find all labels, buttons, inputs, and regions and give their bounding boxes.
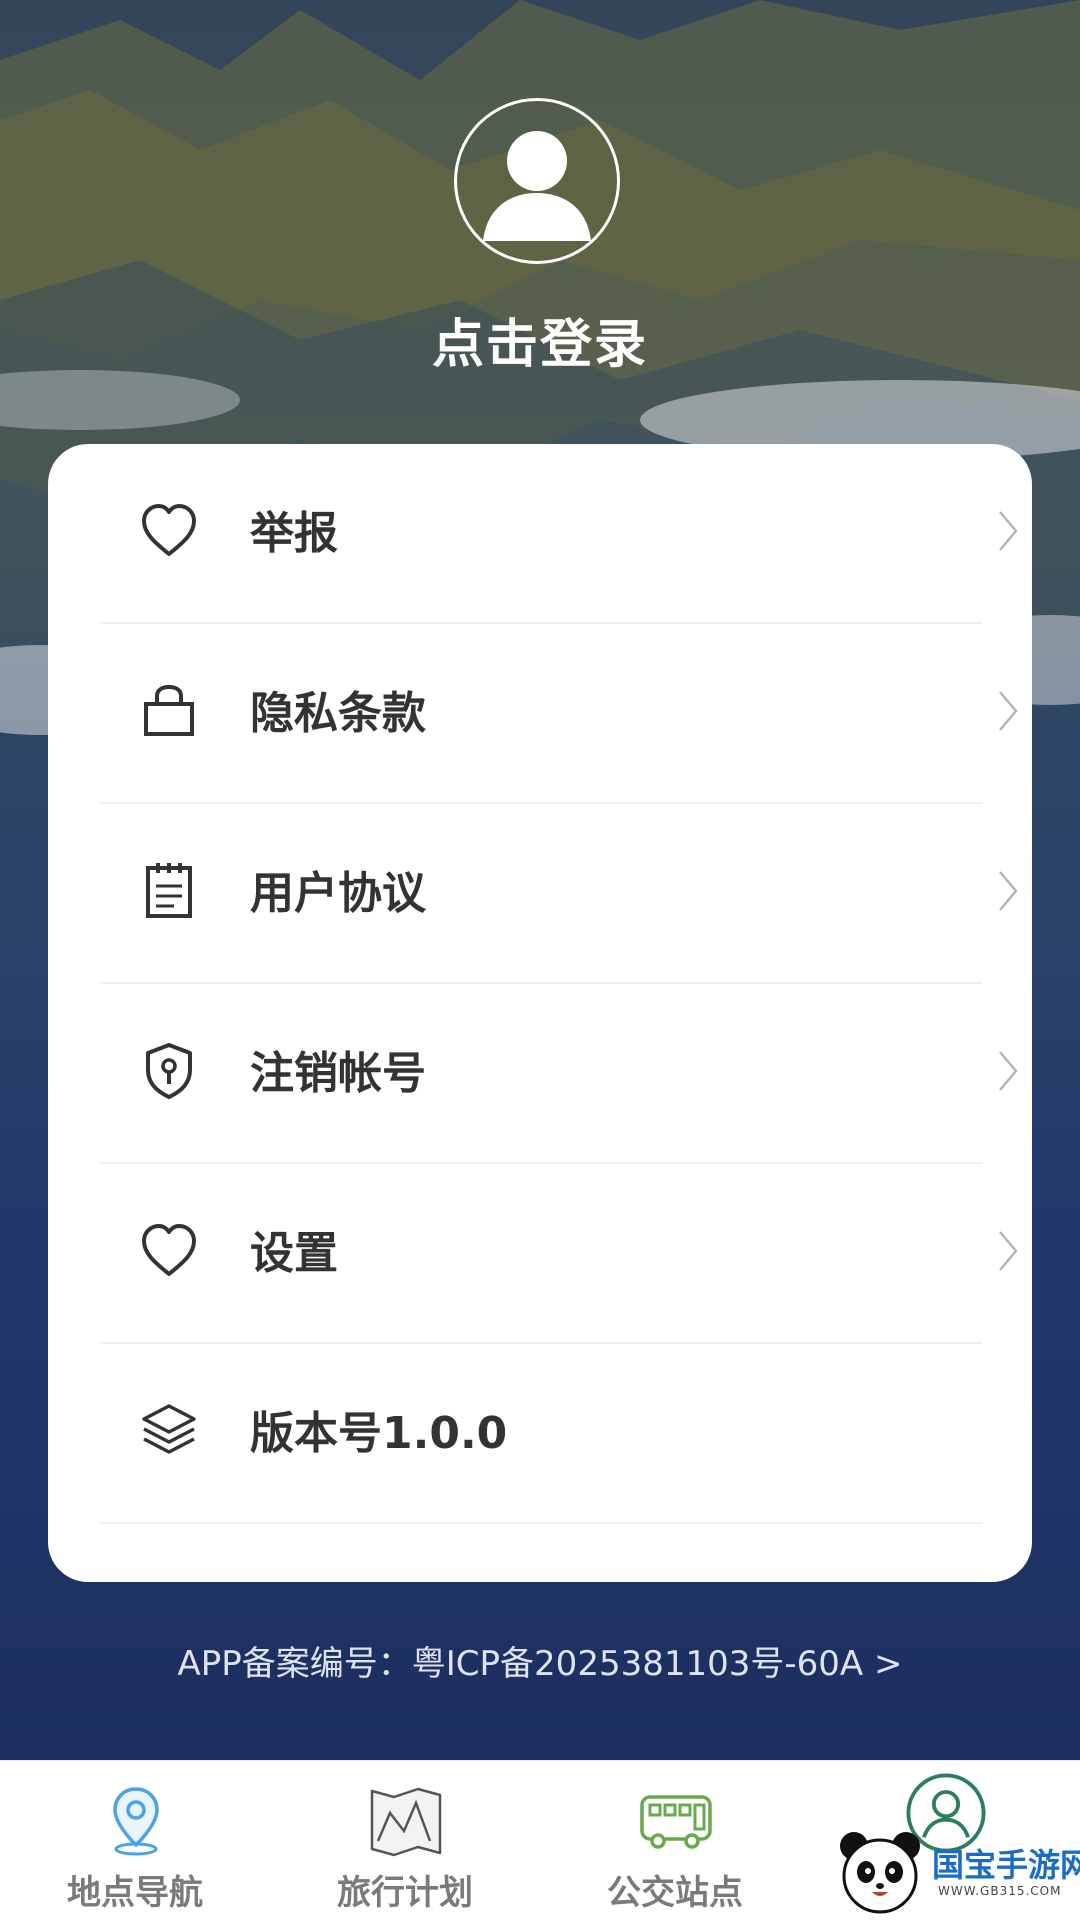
- menu-item-label: 设置: [250, 1228, 338, 1279]
- chevron-right-icon: [999, 1231, 1018, 1271]
- user-silhouette-icon: [483, 131, 591, 241]
- tab-travel-plan[interactable]: 旅行计划: [270, 1761, 540, 1921]
- heart-icon: [142, 504, 196, 556]
- bus-icon: [640, 1795, 712, 1849]
- divider: [100, 1522, 982, 1524]
- tab-location-navigation[interactable]: 地点导航: [0, 1761, 270, 1921]
- menu-item-version: 版本号1.0.0: [100, 1344, 1030, 1524]
- login-link[interactable]: 点击登录: [0, 302, 1080, 377]
- shield-keyhole-icon: [146, 1043, 192, 1099]
- panda-logo-icon: [840, 1832, 920, 1914]
- watermark-text: 国宝手游网: [932, 1846, 1080, 1884]
- tab-label: 公交站点: [607, 1873, 743, 1913]
- chevron-right-icon: [999, 511, 1018, 551]
- chevron-right-icon: [999, 1051, 1018, 1091]
- menu-card: 举报 隐私条款 用户协议 注销帐号 设置 版本号1.0.0: [48, 444, 1032, 1582]
- tab-bus-stops[interactable]: 公交站点: [540, 1761, 810, 1921]
- watermark-url: WWW.GB315.COM: [938, 1884, 1062, 1898]
- menu-item-label: 注销帐号: [250, 1048, 426, 1099]
- avatar[interactable]: [454, 98, 620, 264]
- lock-bag-icon: [144, 684, 194, 736]
- menu-item-report[interactable]: 举报: [100, 444, 1030, 624]
- heart-icon: [142, 1224, 196, 1276]
- watermark-logo: 国宝手游网 WWW.GB315.COM: [832, 1826, 1080, 1916]
- menu-item-label: 举报: [250, 508, 338, 559]
- chevron-right-icon: [999, 691, 1018, 731]
- menu-item-user-agreement[interactable]: 用户协议: [100, 804, 1030, 984]
- menu-item-delete-account[interactable]: 注销帐号: [100, 984, 1030, 1164]
- menu-item-settings[interactable]: 设置: [100, 1164, 1030, 1344]
- tab-label: 旅行计划: [337, 1873, 473, 1913]
- menu-item-privacy[interactable]: 隐私条款: [100, 624, 1030, 804]
- map-fold-icon: [370, 1787, 442, 1857]
- tab-label: 地点导航: [67, 1873, 203, 1913]
- icp-record-link[interactable]: APP备案编号：粤ICP备2025381103号-60A >: [0, 1636, 1080, 1685]
- location-pin-icon: [113, 1787, 159, 1856]
- menu-item-label: 版本号1.0.0: [250, 1408, 508, 1459]
- chevron-right-icon: [999, 871, 1018, 911]
- menu-item-label: 用户协议: [250, 868, 426, 919]
- menu-item-label: 隐私条款: [250, 688, 426, 739]
- layers-icon: [142, 1404, 196, 1454]
- notepad-icon: [146, 863, 192, 918]
